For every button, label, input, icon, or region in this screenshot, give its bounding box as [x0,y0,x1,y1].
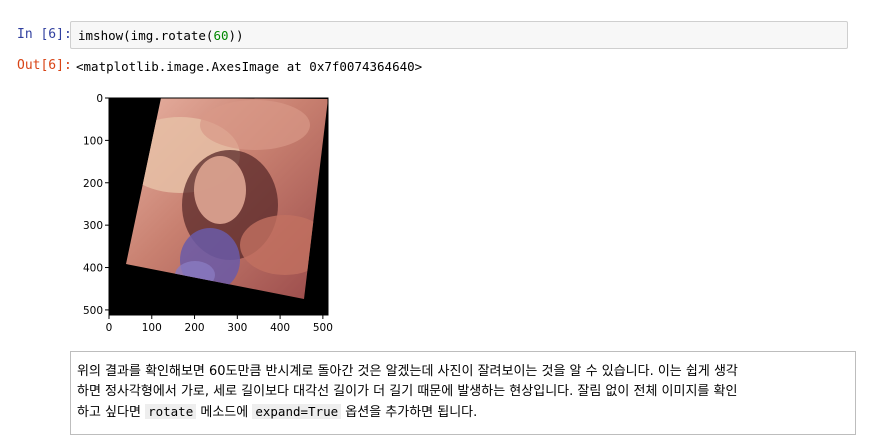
y-tick-label: 200 [83,178,103,190]
x-axis-ticks: 0 100 200 300 400 500 [106,315,333,334]
y-tick-label: 500 [83,305,103,317]
markdown-line-3-b: 메소드에 [196,405,253,420]
markdown-line-2: 하면 정사각형에서 가로, 세로 길이보다 대각선 길이가 더 길기 때문에 발… [77,384,738,399]
y-axis-ticks: 0 100 200 300 400 500 [83,93,109,317]
inline-code-expand: expand=True [252,404,342,419]
y-tick-label: 0 [96,93,103,105]
x-tick-label: 0 [106,322,113,334]
x-tick-label: 200 [185,322,205,334]
x-tick-label: 400 [270,322,290,334]
y-tick-label: 300 [83,220,103,232]
output-text: <matplotlib.image.AxesImage at 0x7f00743… [76,59,423,74]
code-line: imshow(img.rotate(60)) [78,28,244,43]
markdown-cell[interactable]: 위의 결과를 확인해보면 60도만큼 반시계로 돌아간 것은 알겠는데 사진이 … [70,351,856,435]
markdown-line-3: 하고 싶다면 rotate 메소드에 expand=True 옵션을 추가하면 … [77,402,837,423]
output-prompt: Out[6]: [17,58,72,73]
image-plot: 0 100 200 300 400 500 0 100 200 300 400 500 [83,93,333,334]
code-number: 60 [213,28,229,43]
markdown-line-3-c: 옵션을 추가하면 됩니다. [341,405,478,420]
x-tick-label: 100 [142,322,162,334]
input-prompt: In [6]: [17,27,72,42]
code-suffix: )) [228,28,244,43]
y-tick-label: 100 [83,135,103,147]
code-prefix: imshow(img.rotate( [78,28,214,43]
inline-code-rotate: rotate [145,404,197,419]
markdown-text: 위의 결과를 확인해보면 60도만큼 반시계로 돌아간 것은 알겠는데 사진이 … [77,362,837,423]
code-input-area[interactable]: imshow(img.rotate(60)) [70,21,848,49]
markdown-line-1: 위의 결과를 확인해보면 60도만큼 반시계로 돌아간 것은 알겠는데 사진이 … [77,364,738,379]
x-tick-label: 500 [313,322,333,334]
markdown-line-3-a: 하고 싶다면 [77,405,146,420]
y-tick-label: 400 [83,263,103,275]
x-tick-label: 300 [227,322,247,334]
